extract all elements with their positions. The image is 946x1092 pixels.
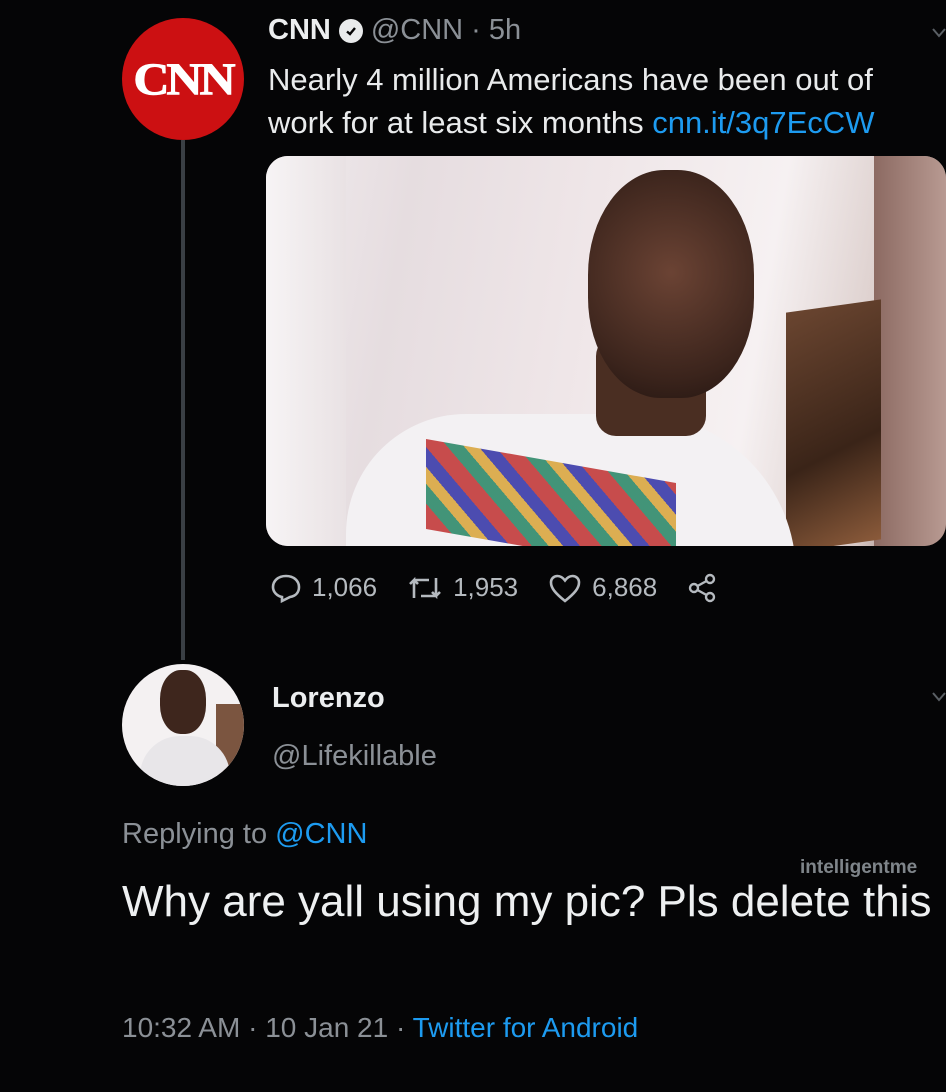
author-name[interactable]: CNN [268, 14, 331, 47]
reply-author-handle[interactable]: @Lifekillable [272, 740, 437, 773]
photo-picture-frame [786, 299, 881, 546]
tweet-text: Nearly 4 million Americans have been out… [268, 62, 875, 140]
like-action[interactable]: 6,868 [548, 572, 657, 603]
reply-metadata: 10:32 AM · 10 Jan 21 · Twitter for Andro… [122, 1012, 639, 1043]
reply-date: 10 Jan 21 [265, 1012, 389, 1043]
cnn-avatar[interactable]: CNN [122, 18, 244, 140]
retweet-count: 1,953 [453, 572, 519, 602]
tweet-time: 5h [488, 14, 522, 46]
chevron-down-icon[interactable] [932, 692, 946, 702]
verified-icon [338, 18, 363, 43]
avatar-face [160, 670, 206, 734]
retweet-icon [409, 576, 441, 599]
reply-text: Why are yall using my pic? Pls delete th… [122, 877, 932, 926]
chevron-down-icon[interactable] [932, 28, 946, 38]
reply-action[interactable]: 1,066 [270, 572, 377, 603]
share-action[interactable] [687, 573, 717, 603]
reply-time: 10:32 AM [122, 1012, 241, 1043]
share-icon [689, 573, 716, 602]
reply-author-name[interactable]: Lorenzo [272, 682, 385, 715]
tweet-actions: 1,066 1,953 6,868 [270, 572, 747, 603]
tweet-photo[interactable] [266, 156, 946, 546]
cnn-logo: CNN [133, 53, 236, 105]
reply-count: 1,066 [312, 572, 378, 602]
author-handle[interactable]: @CNN · 5h [371, 14, 521, 47]
photo-face [588, 170, 754, 398]
photo-wall [266, 156, 346, 546]
lorenzo-avatar[interactable] [122, 664, 244, 786]
photo-door [874, 156, 946, 546]
tweet-header: CNN @CNN · 5h [268, 14, 521, 47]
like-icon [549, 574, 581, 603]
like-count: 6,868 [592, 572, 658, 602]
reply-icon [271, 574, 301, 603]
replying-to: Replying to @CNN [122, 818, 368, 850]
tweet-link[interactable]: cnn.it/3q7EcCW [652, 105, 874, 140]
reply-source[interactable]: Twitter for Android [413, 1012, 639, 1043]
retweet-action[interactable]: 1,953 [407, 572, 518, 603]
replying-to-mention[interactable]: @CNN [275, 818, 367, 850]
thread-line [181, 140, 185, 660]
